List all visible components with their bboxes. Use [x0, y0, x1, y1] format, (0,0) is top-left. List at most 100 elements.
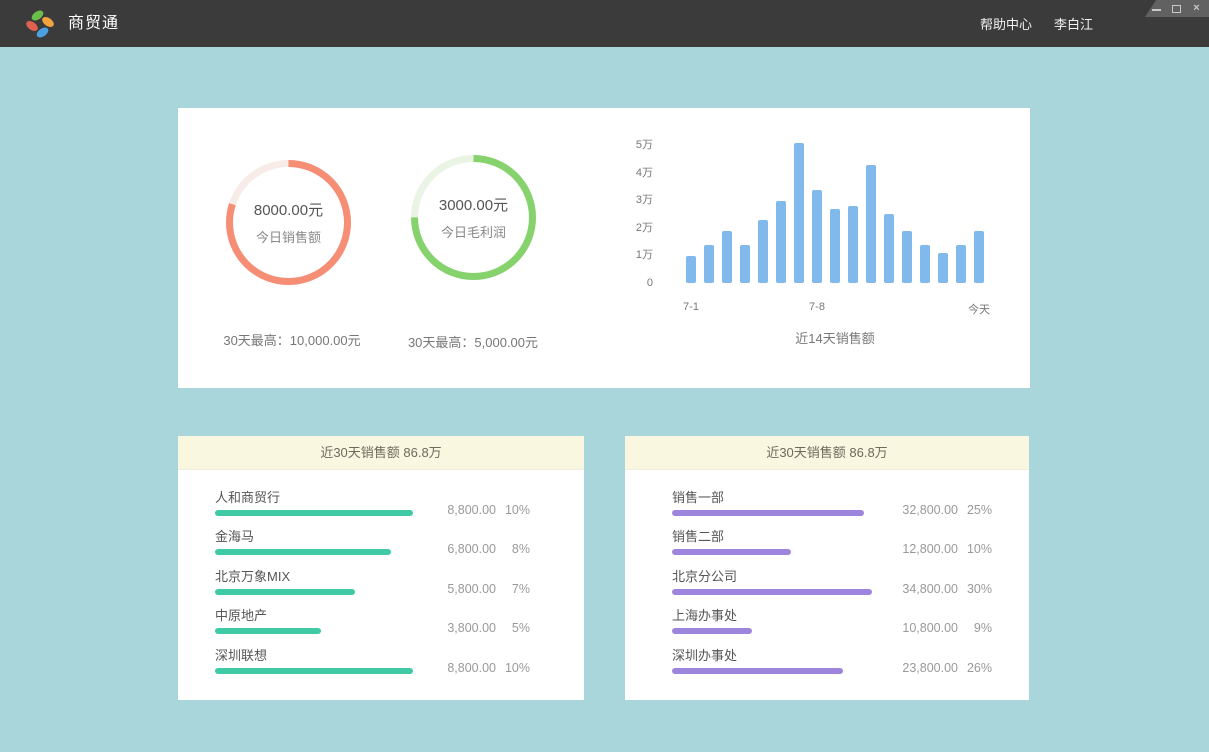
rank-value: 23,800.0026%	[882, 661, 992, 675]
rank-bar	[672, 510, 864, 516]
rank-bar	[215, 668, 413, 674]
rank-row: 销售二部12,800.0010%	[625, 530, 1029, 569]
rank-amount: 12,800.00	[882, 542, 958, 556]
customer-rank-panel: 近30天销售额 86.8万 人和商贸行8,800.0010%金海马6,800.0…	[178, 436, 584, 700]
rank-percent: 10%	[496, 503, 530, 517]
minimize-button[interactable]	[1151, 3, 1162, 15]
department-rank-title: 近30天销售额 86.8万	[625, 436, 1029, 470]
x-axis-label: 今天	[949, 301, 1009, 317]
rank-bar	[215, 510, 413, 516]
rank-percent: 10%	[958, 542, 992, 556]
rank-value: 10,800.009%	[882, 621, 992, 635]
rank-amount: 8,800.00	[420, 503, 496, 517]
daily-sales-bar	[938, 253, 948, 283]
rank-percent: 8%	[496, 542, 530, 556]
rank-value: 5,800.007%	[420, 582, 530, 596]
rank-percent: 9%	[958, 621, 992, 635]
rank-row: 深圳联想8,800.0010%	[178, 649, 584, 688]
today-profit-label: 今日毛利润	[441, 222, 506, 241]
y-axis-tick: 5万	[608, 138, 653, 152]
rank-row: 人和商贸行8,800.0010%	[178, 491, 584, 530]
daily-sales-bar	[956, 245, 966, 284]
rank-amount: 32,800.00	[882, 503, 958, 517]
daily-sales-bar	[830, 209, 840, 283]
rank-amount: 6,800.00	[420, 542, 496, 556]
y-axis-tick: 3万	[608, 193, 653, 207]
daily-sales-bar	[884, 214, 894, 283]
daily-sales-bar	[848, 206, 858, 283]
overview-panel: 8000.00元 今日销售额 30天最高：10,000.00元 3000.00元…	[178, 108, 1030, 388]
rank-row: 北京分公司34,800.0030%	[625, 570, 1029, 609]
rank-bar	[672, 668, 843, 674]
today-profit-donut-center: 3000.00元 今日毛利润	[411, 155, 536, 280]
rank-percent: 30%	[958, 582, 992, 596]
department-rank-panel: 近30天销售额 86.8万 销售一部32,800.0025%销售二部12,800…	[625, 436, 1029, 700]
rank-bar	[215, 549, 391, 555]
daily-sales-bar	[974, 231, 984, 283]
bar-chart-bars	[686, 132, 984, 283]
x-axis-label: 7-8	[787, 301, 847, 313]
rank-value: 3,800.005%	[420, 621, 530, 635]
daily-sales-bar	[866, 165, 876, 283]
rank-value: 8,800.0010%	[420, 661, 530, 675]
y-axis-tick: 4万	[608, 166, 653, 180]
rank-bar	[672, 628, 752, 634]
bar-chart-title: 近14天销售额	[735, 328, 935, 347]
rank-amount: 10,800.00	[882, 621, 958, 635]
topbar-menu: 帮助中心 李白江	[980, 0, 1093, 47]
daily-sales-bar	[740, 245, 750, 284]
today-profit-value: 3000.00元	[439, 194, 508, 215]
rank-row: 上海办事处10,800.009%	[625, 609, 1029, 648]
rank-row: 中原地产3,800.005%	[178, 609, 584, 648]
daily-sales-bar	[776, 201, 786, 284]
daily-sales-bar	[758, 220, 768, 283]
daily-sales-bar	[902, 231, 912, 283]
rank-percent: 5%	[496, 621, 530, 635]
rank-amount: 8,800.00	[420, 661, 496, 675]
rank-amount: 5,800.00	[420, 582, 496, 596]
department-rank-list: 销售一部32,800.0025%销售二部12,800.0010%北京分公司34,…	[625, 470, 1029, 688]
customer-rank-list: 人和商贸行8,800.0010%金海马6,800.008%北京万象MIX5,80…	[178, 470, 584, 688]
user-menu[interactable]: 李白江	[1054, 14, 1093, 33]
rank-percent: 7%	[496, 582, 530, 596]
daily-sales-bar	[920, 245, 930, 284]
daily-sales-bar	[704, 245, 714, 284]
rank-row: 销售一部32,800.0025%	[625, 491, 1029, 530]
daily-sales-bar	[722, 231, 732, 283]
y-axis-tick: 1万	[608, 248, 653, 262]
close-button[interactable]: ×	[1191, 3, 1202, 15]
rank-amount: 23,800.00	[882, 661, 958, 675]
rank-bar	[672, 589, 872, 595]
rank-percent: 25%	[958, 503, 992, 517]
today-sales-donut-center: 8000.00元 今日销售额	[226, 160, 351, 285]
y-axis-tick: 2万	[608, 221, 653, 235]
today-sales-donut: 8000.00元 今日销售额	[226, 160, 351, 285]
rank-value: 6,800.008%	[420, 542, 530, 556]
daily-sales-bar	[686, 256, 696, 284]
rank-row: 北京万象MIX5,800.007%	[178, 570, 584, 609]
today-sales-label: 今日销售额	[256, 227, 321, 246]
rank-row: 金海马6,800.008%	[178, 530, 584, 569]
daily-sales-bar-chart: 5万4万3万2万1万0 7-17-8今天 近14天销售额	[608, 108, 1030, 388]
rank-bar	[215, 628, 321, 634]
app-window: 商贸通 帮助中心 李白江 × 8000.00元 今日销售额 30天最高：10,0…	[0, 0, 1209, 752]
help-center-link[interactable]: 帮助中心	[980, 14, 1032, 33]
app-title: 商贸通	[68, 0, 119, 47]
daily-sales-bar	[812, 190, 822, 284]
customer-rank-title: 近30天销售额 86.8万	[178, 436, 584, 470]
rank-value: 32,800.0025%	[882, 503, 992, 517]
rank-bar	[672, 549, 791, 555]
window-controls: ×	[1145, 0, 1209, 17]
rank-amount: 34,800.00	[882, 582, 958, 596]
rank-percent: 10%	[496, 661, 530, 675]
rank-amount: 3,800.00	[420, 621, 496, 635]
x-axis-label: 7-1	[661, 301, 721, 313]
topbar: 商贸通 帮助中心 李白江 ×	[0, 0, 1209, 47]
rank-value: 8,800.0010%	[420, 503, 530, 517]
maximize-button[interactable]	[1171, 3, 1182, 15]
rank-percent: 26%	[958, 661, 992, 675]
daily-sales-bar	[794, 143, 804, 283]
today-profit-30day-max: 30天最高：5,000.00元	[363, 332, 583, 351]
rank-bar	[215, 589, 355, 595]
rank-value: 34,800.0030%	[882, 582, 992, 596]
